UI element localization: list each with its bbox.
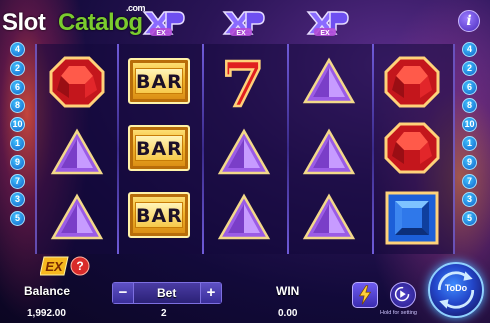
bet-label: Bet — [157, 286, 177, 300]
red-gem-symbol — [382, 54, 442, 110]
spin-label: ToDo — [444, 283, 468, 293]
payline-badge: 3 — [462, 192, 477, 208]
red-seven-symbol: 7 — [211, 47, 275, 123]
spin-button[interactable]: ToDo — [428, 262, 484, 318]
bar-symbol: BAR — [128, 125, 190, 171]
xp-badge-icon: EX — [142, 11, 185, 37]
payline-badge: 4 — [10, 42, 25, 57]
payline-badge: 8 — [10, 98, 25, 114]
reel-divider — [117, 44, 119, 254]
purple-triangle-symbol — [299, 125, 359, 181]
xp-badge-icon: EX — [222, 11, 265, 37]
purple-triangle-symbol — [214, 125, 274, 181]
payline-badge: 3 — [10, 192, 25, 208]
slotcatalog-watermark: Slot Catalog .com — [0, 3, 155, 38]
win-label: WIN — [276, 284, 300, 298]
payline-badge: 4 — [462, 42, 477, 57]
reel-divider — [202, 44, 204, 254]
xp-badge-icon: EX — [306, 11, 349, 37]
xp-badge-text: EX — [320, 30, 330, 37]
bet-decrease-button[interactable]: − — [113, 283, 134, 303]
bet-value: 2 — [161, 308, 167, 319]
bet-increase-button[interactable]: + — [200, 283, 221, 303]
win-value: 0.00 — [278, 308, 298, 319]
blue-square-symbol — [384, 190, 440, 246]
help-question-text: ? — [76, 259, 83, 273]
hold-for-setting-hint: Hold for setting — [380, 310, 417, 316]
red-gem-symbol — [47, 54, 107, 110]
payline-badge: 8 — [462, 98, 477, 114]
bar-symbol: BAR — [128, 58, 190, 104]
payline-badge: 7 — [462, 173, 477, 189]
payline-badge: 2 — [462, 60, 477, 76]
info-button[interactable]: i — [458, 10, 480, 32]
xp-badge-3: EX — [300, 8, 352, 38]
paylines-right: 4 2 6 8 10 1 9 7 3 5 — [462, 42, 478, 230]
payline-badge: 10 — [10, 117, 25, 133]
red-gem-symbol — [382, 120, 442, 176]
payline-badge: 9 — [462, 154, 477, 170]
reel-divider — [372, 44, 374, 254]
payline-badge: 6 — [10, 79, 25, 95]
purple-triangle-symbol — [299, 190, 359, 246]
payline-badge: 5 — [10, 211, 25, 227]
bet-control: − Bet + — [112, 282, 222, 304]
ex-text: EX — [45, 259, 64, 274]
watermark-catalog: Catalog — [58, 9, 143, 36]
balance-value: 1,992.00 — [27, 308, 66, 319]
xp-badge-text: EX — [236, 30, 246, 37]
purple-triangle-symbol — [47, 190, 107, 246]
seven-text: 7 — [221, 52, 264, 112]
bar-symbol: BAR — [128, 192, 190, 238]
payline-badge: 10 — [462, 117, 477, 133]
payline-badge: 5 — [462, 211, 477, 227]
paylines-left: 4 2 6 8 10 1 9 7 3 5 — [10, 42, 26, 230]
ex-help-badge[interactable]: EX ? — [39, 255, 90, 277]
payline-badge: 7 — [10, 173, 25, 189]
autoplay-icon — [394, 286, 410, 302]
bar-symbol-text: BAR — [135, 135, 183, 161]
payline-badge: 1 — [10, 135, 25, 151]
turbo-button[interactable] — [352, 282, 378, 308]
payline-badge: 2 — [10, 60, 25, 76]
bar-symbol-text: BAR — [135, 202, 183, 228]
xp-badge-text: EX — [156, 30, 166, 37]
purple-triangle-symbol — [47, 125, 107, 181]
watermark-slot: Slot — [2, 9, 46, 36]
payline-badge: 6 — [462, 79, 477, 95]
purple-triangle-symbol — [299, 54, 359, 110]
autoplay-button[interactable] — [390, 282, 416, 308]
balance-label: Balance — [24, 284, 71, 298]
bar-symbol-text: BAR — [135, 68, 183, 94]
purple-triangle-symbol — [214, 190, 274, 246]
xp-badge-1: EX — [136, 8, 188, 38]
reel-divider — [287, 44, 289, 254]
xp-badge-2: EX — [216, 8, 268, 38]
payline-badge: 1 — [462, 135, 477, 151]
lightning-icon — [358, 285, 372, 305]
payline-badge: 9 — [10, 154, 25, 170]
